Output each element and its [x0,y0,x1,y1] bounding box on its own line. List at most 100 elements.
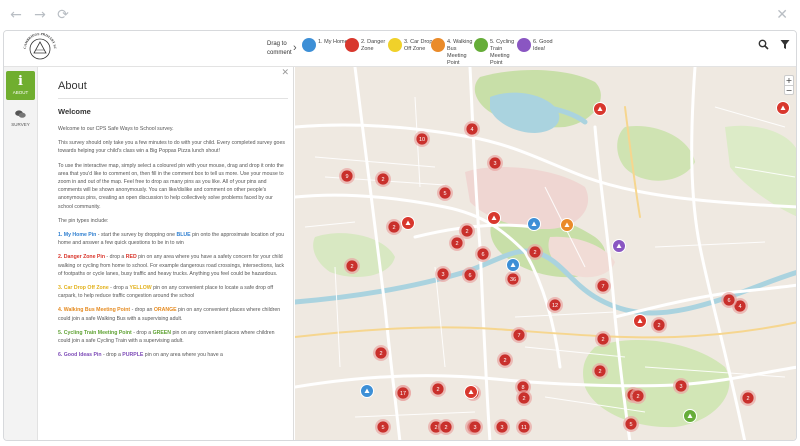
back-icon[interactable]: ← [8,7,24,23]
cluster-count: 3 [500,425,503,431]
cluster-marker[interactable]: 4 [464,121,480,137]
cluster-marker[interactable]: 2 [740,390,756,406]
drag-instruction: Drag to comment [267,41,292,56]
zoom-out-button[interactable]: − [785,85,793,95]
cluster-count: 11 [521,425,527,431]
cluster-marker[interactable]: 5 [623,416,639,432]
pin-desc-home: 1. My Home Pin - start the survey by dro… [58,232,285,247]
cluster-marker[interactable]: 36 [505,271,521,287]
pin-desc-dropoff: 3. Car Drop Off Zone - drop a YELLOW pin… [58,285,274,300]
cluster-count: 7 [517,333,520,339]
tab-survey[interactable]: SURVEY [6,107,35,136]
close-icon[interactable]: ✕ [776,7,788,23]
car-pin-icon [388,38,402,52]
cluster-marker[interactable]: 2 [630,388,646,404]
danger-pin-icon[interactable] [593,102,607,116]
reload-icon[interactable]: ⟳ [55,7,71,23]
cluster-marker[interactable]: 6 [475,246,491,262]
cluster-marker[interactable]: 12 [547,297,563,313]
cluster-marker[interactable]: 2 [527,244,543,260]
danger-pin-icon[interactable] [464,385,478,399]
cluster-count: 5 [629,422,632,428]
park-area [583,339,730,428]
danger-pin-icon[interactable] [401,216,415,230]
pin-types-intro: The pin types include: [58,217,109,224]
cluster-marker[interactable]: 6 [462,267,478,283]
step-label: 6. Good Idea! [533,39,553,52]
cluster-marker[interactable]: 17 [395,385,411,401]
zoom-in-button[interactable]: + [785,76,793,85]
danger-pin-icon[interactable] [776,101,790,115]
cluster-marker[interactable]: 10 [414,131,430,147]
cluster-marker[interactable]: 3 [467,419,483,435]
cluster-marker[interactable]: 11 [516,419,532,435]
filter-icon[interactable] [780,39,790,53]
walking-pin-icon[interactable] [560,218,574,232]
cluster-marker[interactable]: 2 [373,345,389,361]
pin-desc-cycling: 5. Cycling Train Meeting Point - drop a … [58,329,275,345]
cluster-marker[interactable]: 2 [375,171,391,187]
cluster-count: 2 [522,396,525,402]
idea-pin-icon[interactable] [612,239,626,253]
cluster-marker[interactable]: 7 [511,327,527,343]
cluster-count: 2 [434,425,437,431]
step-label: 5. Cycling Train Meeting Point [490,39,515,66]
cluster-count: 6 [481,252,484,258]
cluster-marker[interactable]: 2 [430,381,446,397]
step-label: 3. Car Drop Off Zone [404,39,433,52]
cluster-count: 36 [510,277,516,283]
walking-pin-icon [431,38,445,52]
cluster-marker[interactable]: 5 [375,419,391,435]
search-icon[interactable] [758,39,769,53]
cluster-marker[interactable]: 3 [494,419,510,435]
cluster-marker[interactable]: 3 [673,378,689,394]
danger-pin-icon[interactable] [633,314,647,328]
pin-desc-danger: 2. Danger Zone Pin - drop a RED pin on a… [58,254,285,277]
pin-desc-walking: 4. Walking Bus Meeting Point - drop an O… [58,307,281,322]
tab-about-label: ABOUT [12,90,29,95]
cluster-marker[interactable]: 2 [651,317,667,333]
cluster-count: 5 [381,425,384,431]
tab-survey-label: SURVEY [11,122,30,127]
logo-text: CAMBRIDGE PRIMARY SCHOOL [22,33,57,50]
pin-desc-ideas: 6. Good Ideas Pin - drop a PURPLE pin on… [58,352,223,359]
school-logo: CAMBRIDGE PRIMARY SCHOOL [22,33,57,60]
cluster-marker[interactable]: 2 [344,258,360,274]
tab-about[interactable]: i ABOUT [6,71,35,100]
cluster-count: 2 [379,351,382,357]
svg-text:CAMBRIDGE PRIMARY SCHOOL: CAMBRIDGE PRIMARY SCHOOL [22,33,57,50]
cluster-marker[interactable]: 2 [386,219,402,235]
cluster-marker[interactable]: 2 [497,352,513,368]
cluster-count: 2 [598,369,601,375]
cluster-count: 2 [392,225,395,231]
cluster-marker[interactable]: 2 [449,235,465,251]
cluster-count: 9 [345,174,348,180]
home-pin-icon[interactable] [527,217,541,231]
map-view[interactable]: 1049253222236623612774282172112232175224… [295,67,797,441]
cluster-marker[interactable]: 2 [438,419,454,435]
sidebar-tabs: i ABOUT SURVEY [4,67,38,440]
forward-icon[interactable]: → [32,7,48,23]
home-pin-icon [302,38,316,52]
cluster-count: 6 [727,298,730,304]
cluster-marker[interactable]: 2 [516,390,532,406]
cluster-marker[interactable]: 7 [595,278,611,294]
map-canvas[interactable]: 1049253222236623612774282172112232175224… [295,67,797,441]
cluster-marker[interactable]: 2 [592,363,608,379]
cluster-marker[interactable]: 6 [721,292,737,308]
cluster-count: 4 [738,304,741,310]
chat-icon [6,110,35,122]
panel-close-icon[interactable]: ✕ [281,68,289,78]
cluster-count: 17 [400,391,406,397]
step-label: 1. My Home [318,39,348,45]
cluster-marker[interactable]: 3 [487,155,503,171]
cycling-pin-icon[interactable] [683,409,697,423]
cluster-count: 3 [441,272,444,278]
home-pin-icon[interactable] [360,384,374,398]
cluster-marker[interactable]: 3 [435,266,451,282]
home-pin-icon[interactable] [506,258,520,272]
danger-pin-icon[interactable] [487,211,501,225]
cluster-marker[interactable]: 2 [595,331,611,347]
cluster-marker[interactable]: 5 [437,185,453,201]
cluster-marker[interactable]: 9 [339,168,355,184]
